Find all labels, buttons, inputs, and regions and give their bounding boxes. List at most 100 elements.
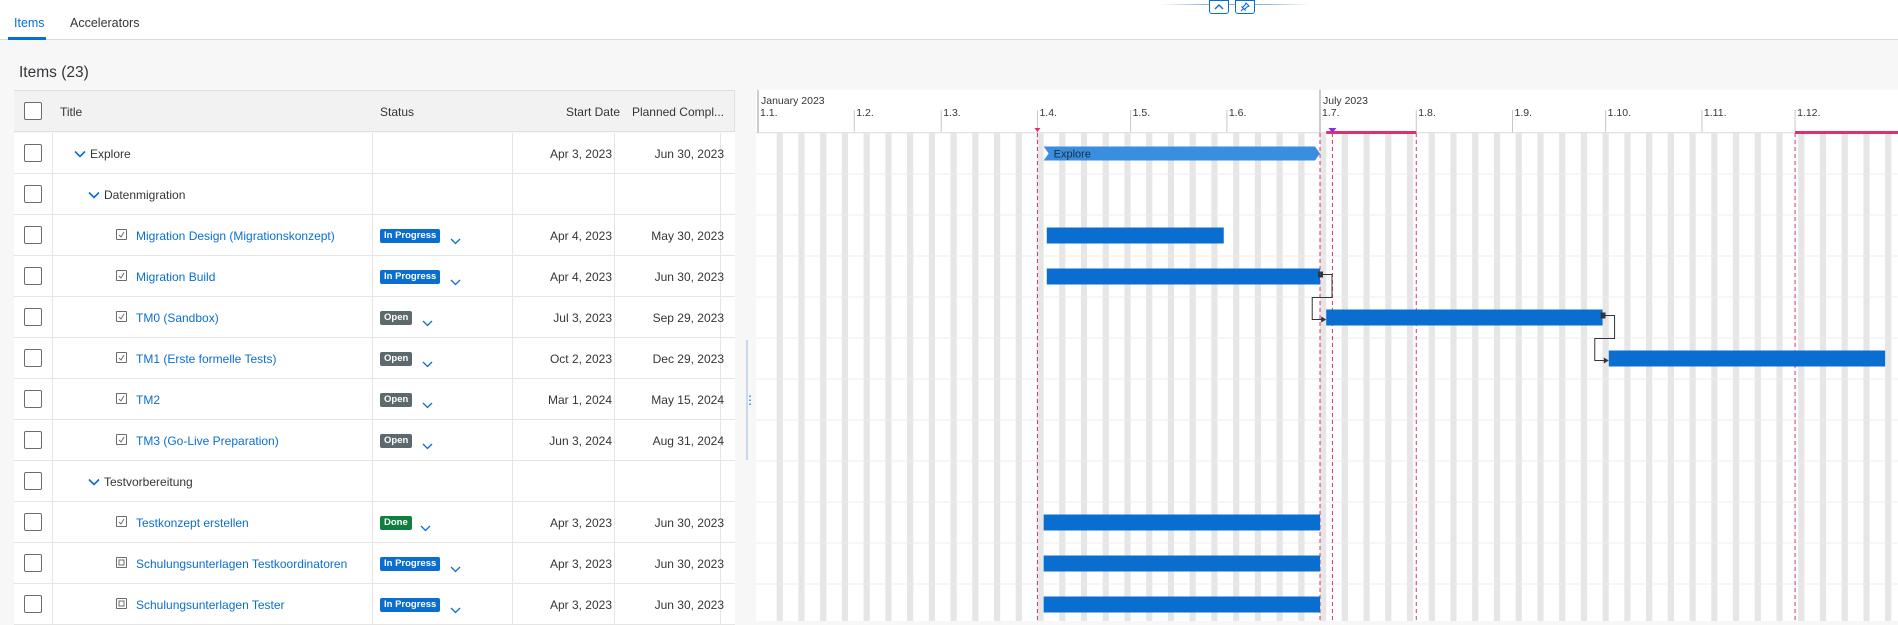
row-checkbox[interactable] xyxy=(24,390,42,408)
top-tab-bar: Items Accelerators xyxy=(0,0,1898,40)
status-dropdown-chevron-icon[interactable] xyxy=(422,396,433,414)
status-dropdown-chevron-icon[interactable] xyxy=(450,601,461,619)
weekend-stripe xyxy=(820,133,827,621)
table-row[interactable]: Explore Apr 3, 2023 Jun 30, 2023 xyxy=(14,133,735,174)
task-icon xyxy=(116,434,127,445)
table-row[interactable]: Testvorbereitung xyxy=(14,461,735,502)
table-row[interactable]: Testkonzept erstellen Done Apr 3, 2023 Jun… xyxy=(14,502,735,543)
status-dropdown-chevron-icon[interactable] xyxy=(450,560,461,578)
row-checkbox[interactable] xyxy=(24,185,42,203)
month-label: 1.9. xyxy=(1515,107,1533,119)
row-checkbox[interactable] xyxy=(24,431,42,449)
status-dropdown-chevron-icon[interactable] xyxy=(422,355,433,373)
status-badge[interactable]: Open xyxy=(380,434,413,448)
item-title-link[interactable]: TM0 (Sandbox) xyxy=(136,311,219,325)
row-checkbox[interactable] xyxy=(24,267,42,285)
expand-chevron-icon[interactable] xyxy=(88,189,100,201)
status-badge[interactable]: Open xyxy=(380,352,413,366)
status-badge[interactable]: In Progress xyxy=(380,598,441,612)
weekend-stripe xyxy=(1754,133,1761,621)
expand-chevron-icon[interactable] xyxy=(88,476,100,488)
item-title-link[interactable]: TM2 xyxy=(136,393,160,407)
status-badge[interactable]: Open xyxy=(380,311,413,325)
expand-chevron-icon[interactable] xyxy=(74,148,86,160)
planned-completion-date: Jun 30, 2023 xyxy=(654,147,724,161)
column-divider xyxy=(614,174,615,215)
task-bar xyxy=(1043,596,1321,613)
status-badge[interactable]: Done xyxy=(380,516,412,530)
status-badge[interactable]: In Progress xyxy=(380,229,441,243)
item-title-link[interactable]: Testkonzept erstellen xyxy=(136,516,249,530)
column-divider xyxy=(614,338,615,379)
start-date: Apr 3, 2023 xyxy=(549,557,612,571)
column-header-start-date[interactable]: Start Date xyxy=(554,91,620,133)
weekend-stripe xyxy=(1167,133,1175,621)
column-divider xyxy=(614,584,615,625)
status-badge[interactable]: In Progress xyxy=(380,557,441,571)
tab-accelerators[interactable]: Accelerators xyxy=(70,16,139,30)
column-divider xyxy=(614,543,615,584)
column-divider xyxy=(52,461,53,502)
table-row[interactable]: Schulungsunterlagen Testkoordinatoren In … xyxy=(14,543,735,584)
table-row[interactable]: TM2 Open Mar 1, 2024 May 15, 2024 xyxy=(14,379,735,420)
task-bar xyxy=(1608,350,1886,367)
item-title-link[interactable]: Schulungsunterlagen Testkoordinatoren xyxy=(136,557,347,571)
row-checkbox[interactable] xyxy=(24,554,42,572)
row-checkbox[interactable] xyxy=(24,472,42,490)
select-all-checkbox[interactable] xyxy=(24,102,42,120)
task-icon xyxy=(116,393,127,404)
row-checkbox[interactable] xyxy=(24,349,42,367)
weekend-stripe xyxy=(1059,133,1066,621)
column-divider xyxy=(614,215,615,256)
document-icon xyxy=(116,598,127,609)
weekend-stripe xyxy=(1211,133,1218,621)
table-row[interactable]: TM1 (Erste formelle Tests) Open Oct 2, 20… xyxy=(14,338,735,379)
item-title-link[interactable]: Migration Design (Migrationskonzept) xyxy=(136,229,335,243)
row-checkbox[interactable] xyxy=(24,226,42,244)
table-row[interactable]: TM0 (Sandbox) Open Jul 3, 2023 Sep 29, 202… xyxy=(14,297,735,338)
row-checkbox[interactable] xyxy=(24,595,42,613)
weekend-stripe xyxy=(907,133,914,621)
tab-items[interactable]: Items xyxy=(14,16,45,30)
status-dropdown-chevron-icon[interactable] xyxy=(450,232,461,250)
item-title-link[interactable]: TM3 (Go-Live Preparation) xyxy=(136,434,279,448)
weekend-stripe xyxy=(972,133,979,621)
status-badge[interactable]: Open xyxy=(380,393,413,407)
weekend-stripe xyxy=(1819,133,1827,621)
table-row[interactable]: Migration Build In Progress Apr 4, 2023 Ju… xyxy=(14,256,735,297)
column-header-planned-completion[interactable]: Planned Compl... xyxy=(620,91,724,133)
row-checkbox[interactable] xyxy=(24,308,42,326)
item-title-link[interactable]: Schulungsunterlagen Tester xyxy=(136,598,285,612)
row-checkbox[interactable] xyxy=(24,144,42,162)
row-checkbox[interactable] xyxy=(24,513,42,531)
pin-header-button[interactable] xyxy=(1235,0,1255,14)
collapse-header-button[interactable] xyxy=(1209,0,1229,14)
start-date: Oct 2, 2023 xyxy=(549,352,612,366)
status-badge[interactable]: In Progress xyxy=(380,270,441,284)
splitter-grip-icon[interactable]: ⋮ xyxy=(744,392,756,408)
table-row[interactable]: Migration Design (Migrationskonzept) In P… xyxy=(14,215,735,256)
column-divider xyxy=(614,502,615,543)
month-label: 1.1. xyxy=(760,107,778,119)
column-header-status[interactable]: Status xyxy=(380,91,414,133)
task-bar xyxy=(1043,514,1321,531)
start-date: Apr 4, 2023 xyxy=(549,270,612,284)
column-divider xyxy=(720,174,721,215)
weekend-stripe xyxy=(1298,133,1305,621)
status-dropdown-chevron-icon[interactable] xyxy=(450,273,461,291)
column-divider xyxy=(614,379,615,420)
item-title-link[interactable]: TM1 (Erste formelle Tests) xyxy=(136,352,276,366)
table-row[interactable]: Schulungsunterlagen Tester In Progress Ap… xyxy=(14,584,735,625)
column-header-title[interactable]: Title xyxy=(60,91,82,133)
column-divider xyxy=(372,543,373,584)
column-divider xyxy=(614,420,615,461)
status-dropdown-chevron-icon[interactable] xyxy=(420,519,431,537)
weekend-stripe xyxy=(1646,133,1653,621)
month-label: 1.5. xyxy=(1133,107,1151,119)
column-divider xyxy=(52,502,53,543)
status-dropdown-chevron-icon[interactable] xyxy=(422,437,433,455)
table-row[interactable]: Datenmigration xyxy=(14,174,735,215)
table-row[interactable]: TM3 (Go-Live Preparation) Open Jun 3, 202… xyxy=(14,420,735,461)
item-title-link[interactable]: Migration Build xyxy=(136,270,215,284)
status-dropdown-chevron-icon[interactable] xyxy=(422,314,433,332)
